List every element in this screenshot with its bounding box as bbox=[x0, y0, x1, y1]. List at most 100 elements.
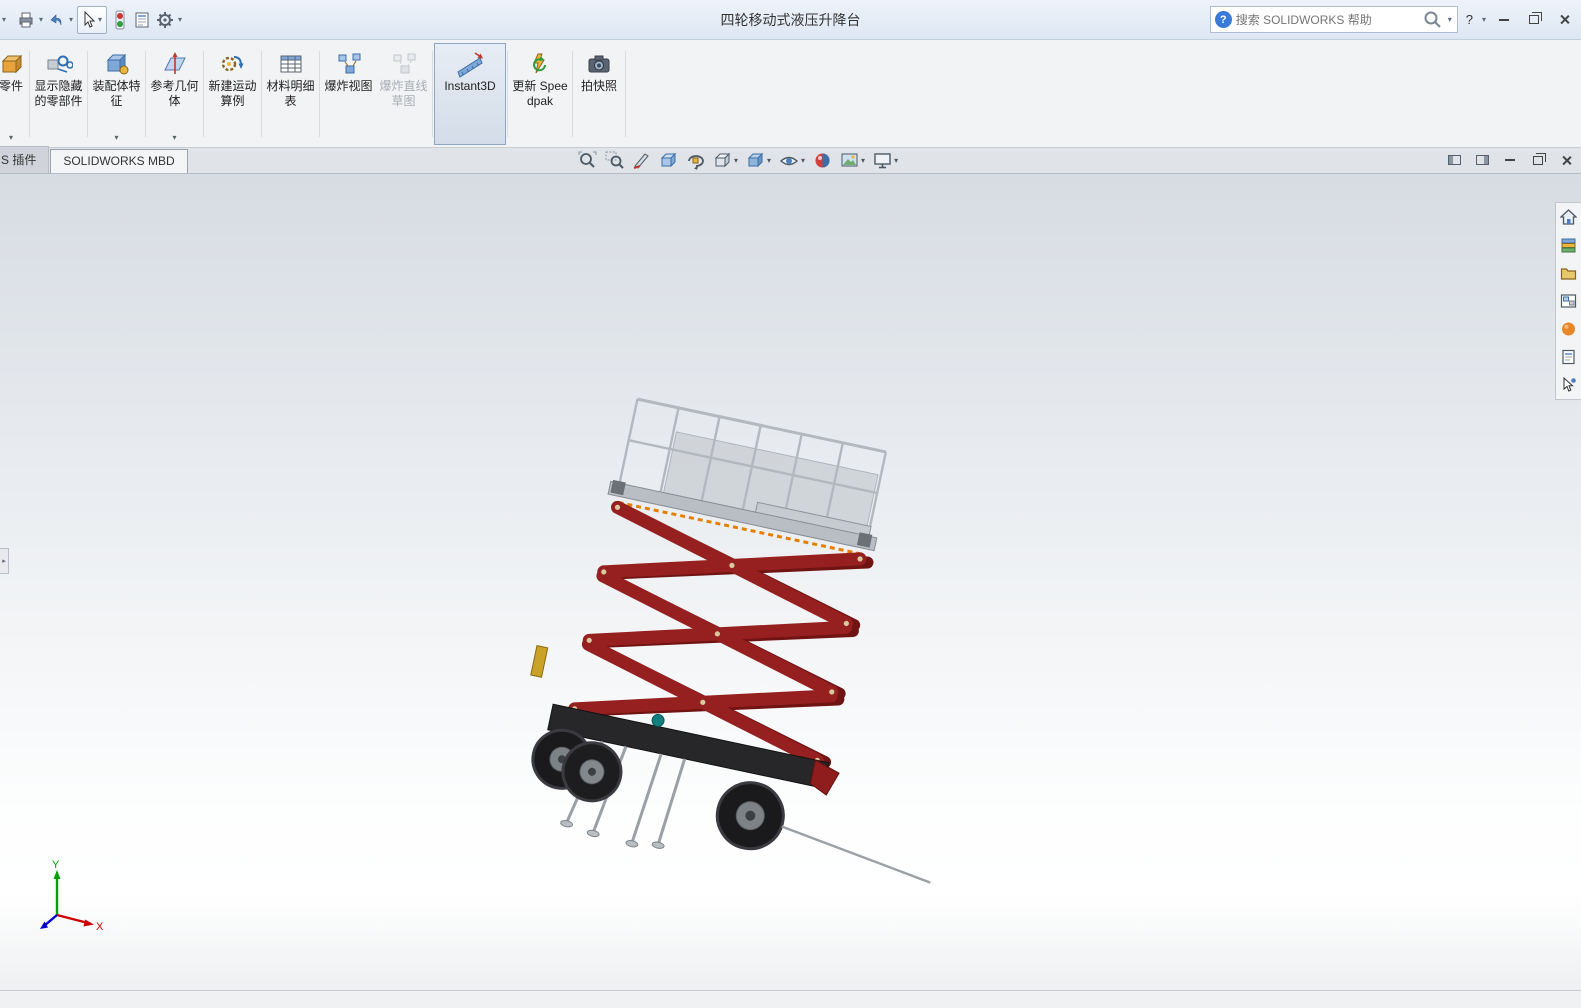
search-caret[interactable]: ▾ bbox=[1447, 15, 1453, 24]
gear-icon bbox=[157, 11, 174, 28]
view-palette-button[interactable] bbox=[1559, 291, 1579, 311]
instant3d-icon bbox=[455, 49, 485, 79]
chevron-down-icon: ▾ bbox=[767, 156, 772, 165]
zoom-area-button[interactable] bbox=[602, 149, 627, 172]
select-caret[interactable]: ▾ bbox=[97, 15, 103, 24]
view-selector-icon bbox=[660, 152, 677, 168]
chevron-down-icon: ▾ bbox=[114, 133, 119, 142]
search-icon[interactable] bbox=[1423, 10, 1443, 30]
ribbon-label: 拍快照 bbox=[580, 79, 617, 93]
chevron-down-icon: ▾ bbox=[1, 15, 6, 24]
help-caret[interactable]: ▾ bbox=[1481, 15, 1487, 24]
exploded-view-icon bbox=[336, 49, 362, 79]
outrigger-feet bbox=[560, 819, 665, 849]
tab-solidworks-addins[interactable]: S 插件 bbox=[0, 146, 50, 173]
section-view-button[interactable] bbox=[629, 149, 654, 172]
view-settings-button[interactable]: ▾ bbox=[870, 149, 901, 172]
ribbon-button-update-speedpak[interactable]: 更新 Speedpak bbox=[509, 43, 571, 145]
ribbon-button-instant3d[interactable]: Instant3D bbox=[434, 43, 506, 145]
expand-right-pane-button[interactable] bbox=[1473, 151, 1491, 169]
ribbon-button-insert-component[interactable]: 零件 ▾ bbox=[0, 43, 28, 145]
ribbon-button-show-hidden-components[interactable]: 显示隐藏的零部件 bbox=[31, 43, 86, 145]
ribbon-separator bbox=[145, 51, 146, 137]
doc-minimize-button[interactable] bbox=[1501, 151, 1519, 169]
zoom-fit-button[interactable] bbox=[575, 149, 600, 172]
ribbon-separator bbox=[625, 51, 626, 137]
ribbon-separator bbox=[319, 51, 320, 137]
file-explorer-button[interactable] bbox=[1559, 263, 1579, 283]
chevron-down-icon: ▾ bbox=[734, 156, 739, 165]
book-stack-icon bbox=[1561, 238, 1576, 253]
hide-show-items-button[interactable]: ▾ bbox=[776, 149, 808, 172]
display-style-icon bbox=[747, 152, 764, 168]
ribbon-separator bbox=[29, 51, 30, 137]
solidworks-forum-button[interactable] bbox=[1559, 375, 1579, 395]
apply-scene-button[interactable]: ▾ bbox=[837, 149, 868, 172]
explode-line-sketch-icon bbox=[391, 49, 417, 79]
forum-cursor-icon bbox=[1563, 377, 1576, 392]
document-list-icon bbox=[135, 12, 149, 27]
ribbon-label: 更新 Speedpak bbox=[512, 79, 568, 108]
tow-handle bbox=[781, 825, 931, 884]
edit-appearance-button[interactable] bbox=[810, 149, 835, 172]
ribbon-label: 零件 bbox=[0, 79, 23, 93]
ribbon-label: 材料明细表 bbox=[266, 79, 315, 108]
close-button[interactable] bbox=[1551, 9, 1577, 31]
monitor-icon bbox=[874, 153, 891, 169]
doc-restore-button[interactable] bbox=[1529, 151, 1547, 169]
graphics-area[interactable]: Y X ▸ bbox=[0, 174, 1581, 990]
print-caret[interactable]: ▾ bbox=[38, 15, 44, 24]
solidworks-resources-button[interactable] bbox=[1559, 207, 1579, 227]
search-box: ? ▾ bbox=[1209, 6, 1458, 33]
ribbon-button-explode-line-sketch[interactable]: 爆炸直线草图 bbox=[376, 43, 431, 145]
help-badge-icon[interactable]: ? bbox=[1214, 11, 1232, 28]
appearances-scenes-button[interactable] bbox=[1559, 319, 1579, 339]
view-orientation-button[interactable]: ▾ bbox=[710, 149, 741, 172]
zoom-area-icon bbox=[605, 151, 624, 169]
rotate-view-button[interactable] bbox=[683, 149, 708, 172]
chevron-down-icon: ▾ bbox=[894, 156, 899, 165]
close-icon bbox=[1561, 155, 1572, 166]
undo-button[interactable] bbox=[45, 7, 67, 33]
properties-doc-icon bbox=[1562, 349, 1575, 365]
eye-icon bbox=[779, 156, 799, 166]
file-properties-button[interactable] bbox=[131, 7, 153, 33]
search-input[interactable] bbox=[1235, 12, 1419, 27]
reference-triad: Y X bbox=[40, 859, 104, 933]
view-selector-button[interactable] bbox=[656, 149, 681, 172]
ribbon-button-take-snapshot[interactable]: 拍快照 bbox=[574, 43, 624, 145]
appearance-ball-icon bbox=[815, 153, 830, 168]
design-library-button[interactable] bbox=[1559, 235, 1579, 255]
ribbon-button-exploded-view[interactable]: 爆炸视图 bbox=[321, 43, 376, 145]
doc-close-button[interactable] bbox=[1557, 151, 1575, 169]
expand-left-pane-button[interactable] bbox=[1445, 151, 1463, 169]
undo-caret[interactable]: ▾ bbox=[68, 15, 74, 24]
ribbon-button-bill-of-materials[interactable]: 材料明细表 bbox=[263, 43, 318, 145]
custom-properties-button[interactable] bbox=[1559, 347, 1579, 367]
restore-icon bbox=[1529, 12, 1542, 24]
show-hidden-components-icon bbox=[45, 49, 73, 79]
ribbon-label: 显示隐藏的零部件 bbox=[34, 79, 83, 108]
options-caret[interactable]: ▾ bbox=[177, 15, 183, 24]
undo-icon bbox=[50, 13, 62, 25]
ribbon-label: 参考几何体 bbox=[150, 79, 199, 108]
display-style-button[interactable]: ▾ bbox=[743, 149, 774, 172]
hydraulic-cylinder bbox=[530, 645, 549, 678]
ribbon-button-new-motion-study[interactable]: 新建运动算例 bbox=[205, 43, 260, 145]
options-button[interactable] bbox=[154, 7, 176, 33]
feature-tree-flyout-handle[interactable]: ▸ bbox=[0, 548, 9, 574]
select-tool[interactable]: ▾ bbox=[77, 5, 108, 34]
model-canvas: Y X bbox=[40, 397, 931, 933]
ribbon-label: 爆炸视图 bbox=[324, 79, 373, 93]
file-menu-caret[interactable]: ▾ bbox=[0, 7, 14, 33]
titlebar-right: ? ▾ ? ▾ bbox=[1209, 6, 1581, 33]
ribbon-button-reference-geometry[interactable]: 参考几何体 ▾ bbox=[147, 43, 202, 145]
restore-button[interactable] bbox=[1521, 9, 1547, 31]
minimize-button[interactable] bbox=[1491, 9, 1517, 31]
print-button[interactable] bbox=[15, 7, 37, 33]
tab-solidworks-mbd[interactable]: SOLIDWORKS MBD bbox=[50, 149, 188, 173]
rebuild-button[interactable] bbox=[110, 7, 130, 33]
ribbon-button-assembly-features[interactable]: 装配体特征 ▾ bbox=[89, 43, 144, 145]
close-icon bbox=[1559, 14, 1570, 25]
help-button[interactable]: ? bbox=[1462, 12, 1477, 27]
